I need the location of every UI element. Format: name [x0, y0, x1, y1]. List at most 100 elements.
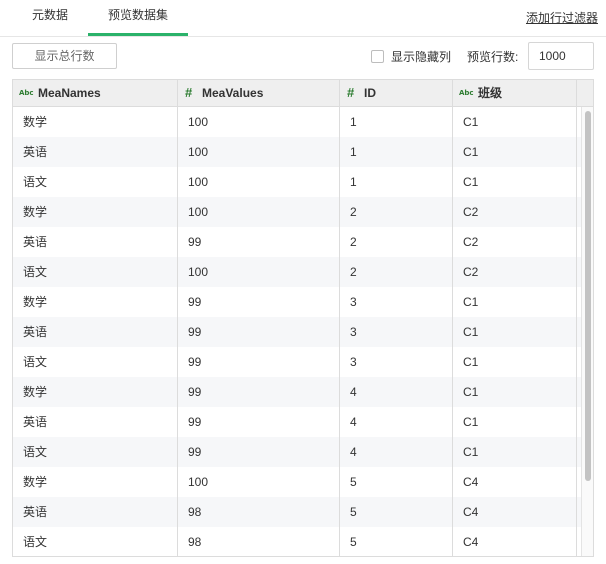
cell-id: 4 [340, 377, 453, 407]
add-row-filter-link[interactable]: 添加行过滤器 [526, 9, 598, 26]
cell-class: C1 [453, 317, 577, 347]
preview-rows-input[interactable] [528, 42, 594, 70]
column-header-id[interactable]: # ID [340, 80, 453, 106]
hash-icon: # [347, 85, 355, 100]
cell-class: C1 [453, 137, 577, 167]
column-header-label: ID [364, 86, 376, 100]
column-header-class[interactable]: Abc 班级 [453, 80, 577, 106]
cell-id: 3 [340, 287, 453, 317]
cell-meanames: 语文 [13, 437, 178, 467]
table-row[interactable]: 语文 100 1 C1 [13, 167, 581, 197]
cell-meavalues: 99 [178, 287, 340, 317]
cell-id: 3 [340, 317, 453, 347]
cell-class: C1 [453, 407, 577, 437]
column-header-meanames[interactable]: Abc MeaNames [13, 80, 178, 106]
tab-preview-dataset[interactable]: 预览数据集 [88, 0, 188, 36]
abc-icon: Abc [19, 89, 34, 97]
column-header-label: MeaNames [38, 86, 101, 100]
hash-icon: # [185, 85, 193, 100]
cell-meavalues: 100 [178, 167, 340, 197]
table-row[interactable]: 数学 100 1 C1 [13, 107, 581, 137]
cell-class: C1 [453, 287, 577, 317]
table-row[interactable]: 语文 100 2 C2 [13, 257, 581, 287]
cell-meanames: 英语 [13, 317, 178, 347]
data-grid: Abc MeaNames # MeaValues # ID Abc 班级 数学 1… [12, 79, 594, 557]
show-hidden-columns-checkbox[interactable] [371, 50, 384, 63]
cell-id: 2 [340, 227, 453, 257]
cell-id: 1 [340, 137, 453, 167]
table-row[interactable]: 数学 99 4 C1 [13, 377, 581, 407]
cell-meanames: 英语 [13, 227, 178, 257]
cell-class: C1 [453, 107, 577, 137]
show-hidden-columns-label: 显示隐藏列 [391, 50, 452, 64]
cell-class: C1 [453, 167, 577, 197]
cell-meavalues: 100 [178, 467, 340, 497]
table-row[interactable]: 英语 100 1 C1 [13, 137, 581, 167]
table-row[interactable]: 数学 100 5 C4 [13, 467, 581, 497]
cell-meavalues: 99 [178, 437, 340, 467]
column-header-meavalues[interactable]: # MeaValues [178, 80, 340, 106]
cell-meavalues: 100 [178, 197, 340, 227]
cell-meanames: 数学 [13, 197, 178, 227]
cell-class: C2 [453, 257, 577, 287]
scrollbar-thumb[interactable] [585, 111, 591, 481]
cell-meanames: 语文 [13, 257, 178, 287]
cell-meanames: 语文 [13, 167, 178, 197]
cell-class: C1 [453, 347, 577, 377]
grid-header: Abc MeaNames # MeaValues # ID Abc 班级 [13, 80, 593, 107]
cell-id: 1 [340, 167, 453, 197]
table-row[interactable]: 英语 99 2 C2 [13, 227, 581, 257]
table-row[interactable]: 英语 98 5 C4 [13, 497, 581, 527]
cell-id: 5 [340, 467, 453, 497]
table-row[interactable]: 英语 99 4 C1 [13, 407, 581, 437]
cell-meavalues: 99 [178, 377, 340, 407]
preview-toolbar: 显示总行数 显示隐藏列 预览行数: [0, 37, 606, 79]
cell-id: 4 [340, 437, 453, 467]
cell-id: 2 [340, 197, 453, 227]
table-row[interactable]: 英语 99 3 C1 [13, 317, 581, 347]
cell-meavalues: 100 [178, 137, 340, 167]
table-row[interactable]: 语文 99 4 C1 [13, 437, 581, 467]
cell-id: 4 [340, 407, 453, 437]
cell-id: 1 [340, 107, 453, 137]
table-row[interactable]: 数学 100 2 C2 [13, 197, 581, 227]
cell-meanames: 英语 [13, 407, 178, 437]
cell-class: C2 [453, 227, 577, 257]
cell-meavalues: 99 [178, 227, 340, 257]
tab-bar: 元数据 预览数据集 添加行过滤器 [0, 0, 606, 37]
vertical-scrollbar[interactable] [581, 107, 593, 556]
cell-id: 5 [340, 497, 453, 527]
cell-meavalues: 99 [178, 407, 340, 437]
cell-meavalues: 100 [178, 257, 340, 287]
cell-meavalues: 99 [178, 317, 340, 347]
cell-meanames: 数学 [13, 467, 178, 497]
cell-class: C1 [453, 437, 577, 467]
cell-meavalues: 98 [178, 527, 340, 556]
cell-class: C2 [453, 197, 577, 227]
cell-class: C4 [453, 497, 577, 527]
column-header-label: MeaValues [202, 86, 264, 100]
cell-meanames: 数学 [13, 107, 178, 137]
show-total-rows-button[interactable]: 显示总行数 [12, 43, 117, 69]
cell-meanames: 语文 [13, 347, 178, 377]
tab-metadata[interactable]: 元数据 [14, 0, 86, 36]
cell-class: C4 [453, 527, 577, 556]
cell-class: C1 [453, 377, 577, 407]
table-row[interactable]: 数学 99 3 C1 [13, 287, 581, 317]
grid-body: 数学 100 1 C1 英语 100 1 C1 语文 100 1 C1 数学 100 2 C2 英语 99 2 C2 语… [13, 107, 581, 556]
abc-icon: Abc [459, 89, 474, 97]
preview-rows-label: 预览行数: [467, 50, 519, 64]
table-row[interactable]: 语文 99 3 C1 [13, 347, 581, 377]
cell-meanames: 语文 [13, 527, 178, 556]
cell-meanames: 英语 [13, 137, 178, 167]
cell-meanames: 数学 [13, 287, 178, 317]
cell-class: C4 [453, 467, 577, 497]
cell-id: 5 [340, 527, 453, 556]
cell-meavalues: 99 [178, 347, 340, 377]
cell-id: 3 [340, 347, 453, 377]
table-row[interactable]: 语文 98 5 C4 [13, 527, 581, 556]
cell-meanames: 英语 [13, 497, 178, 527]
column-header-spacer [577, 80, 593, 106]
cell-meavalues: 100 [178, 107, 340, 137]
cell-id: 2 [340, 257, 453, 287]
